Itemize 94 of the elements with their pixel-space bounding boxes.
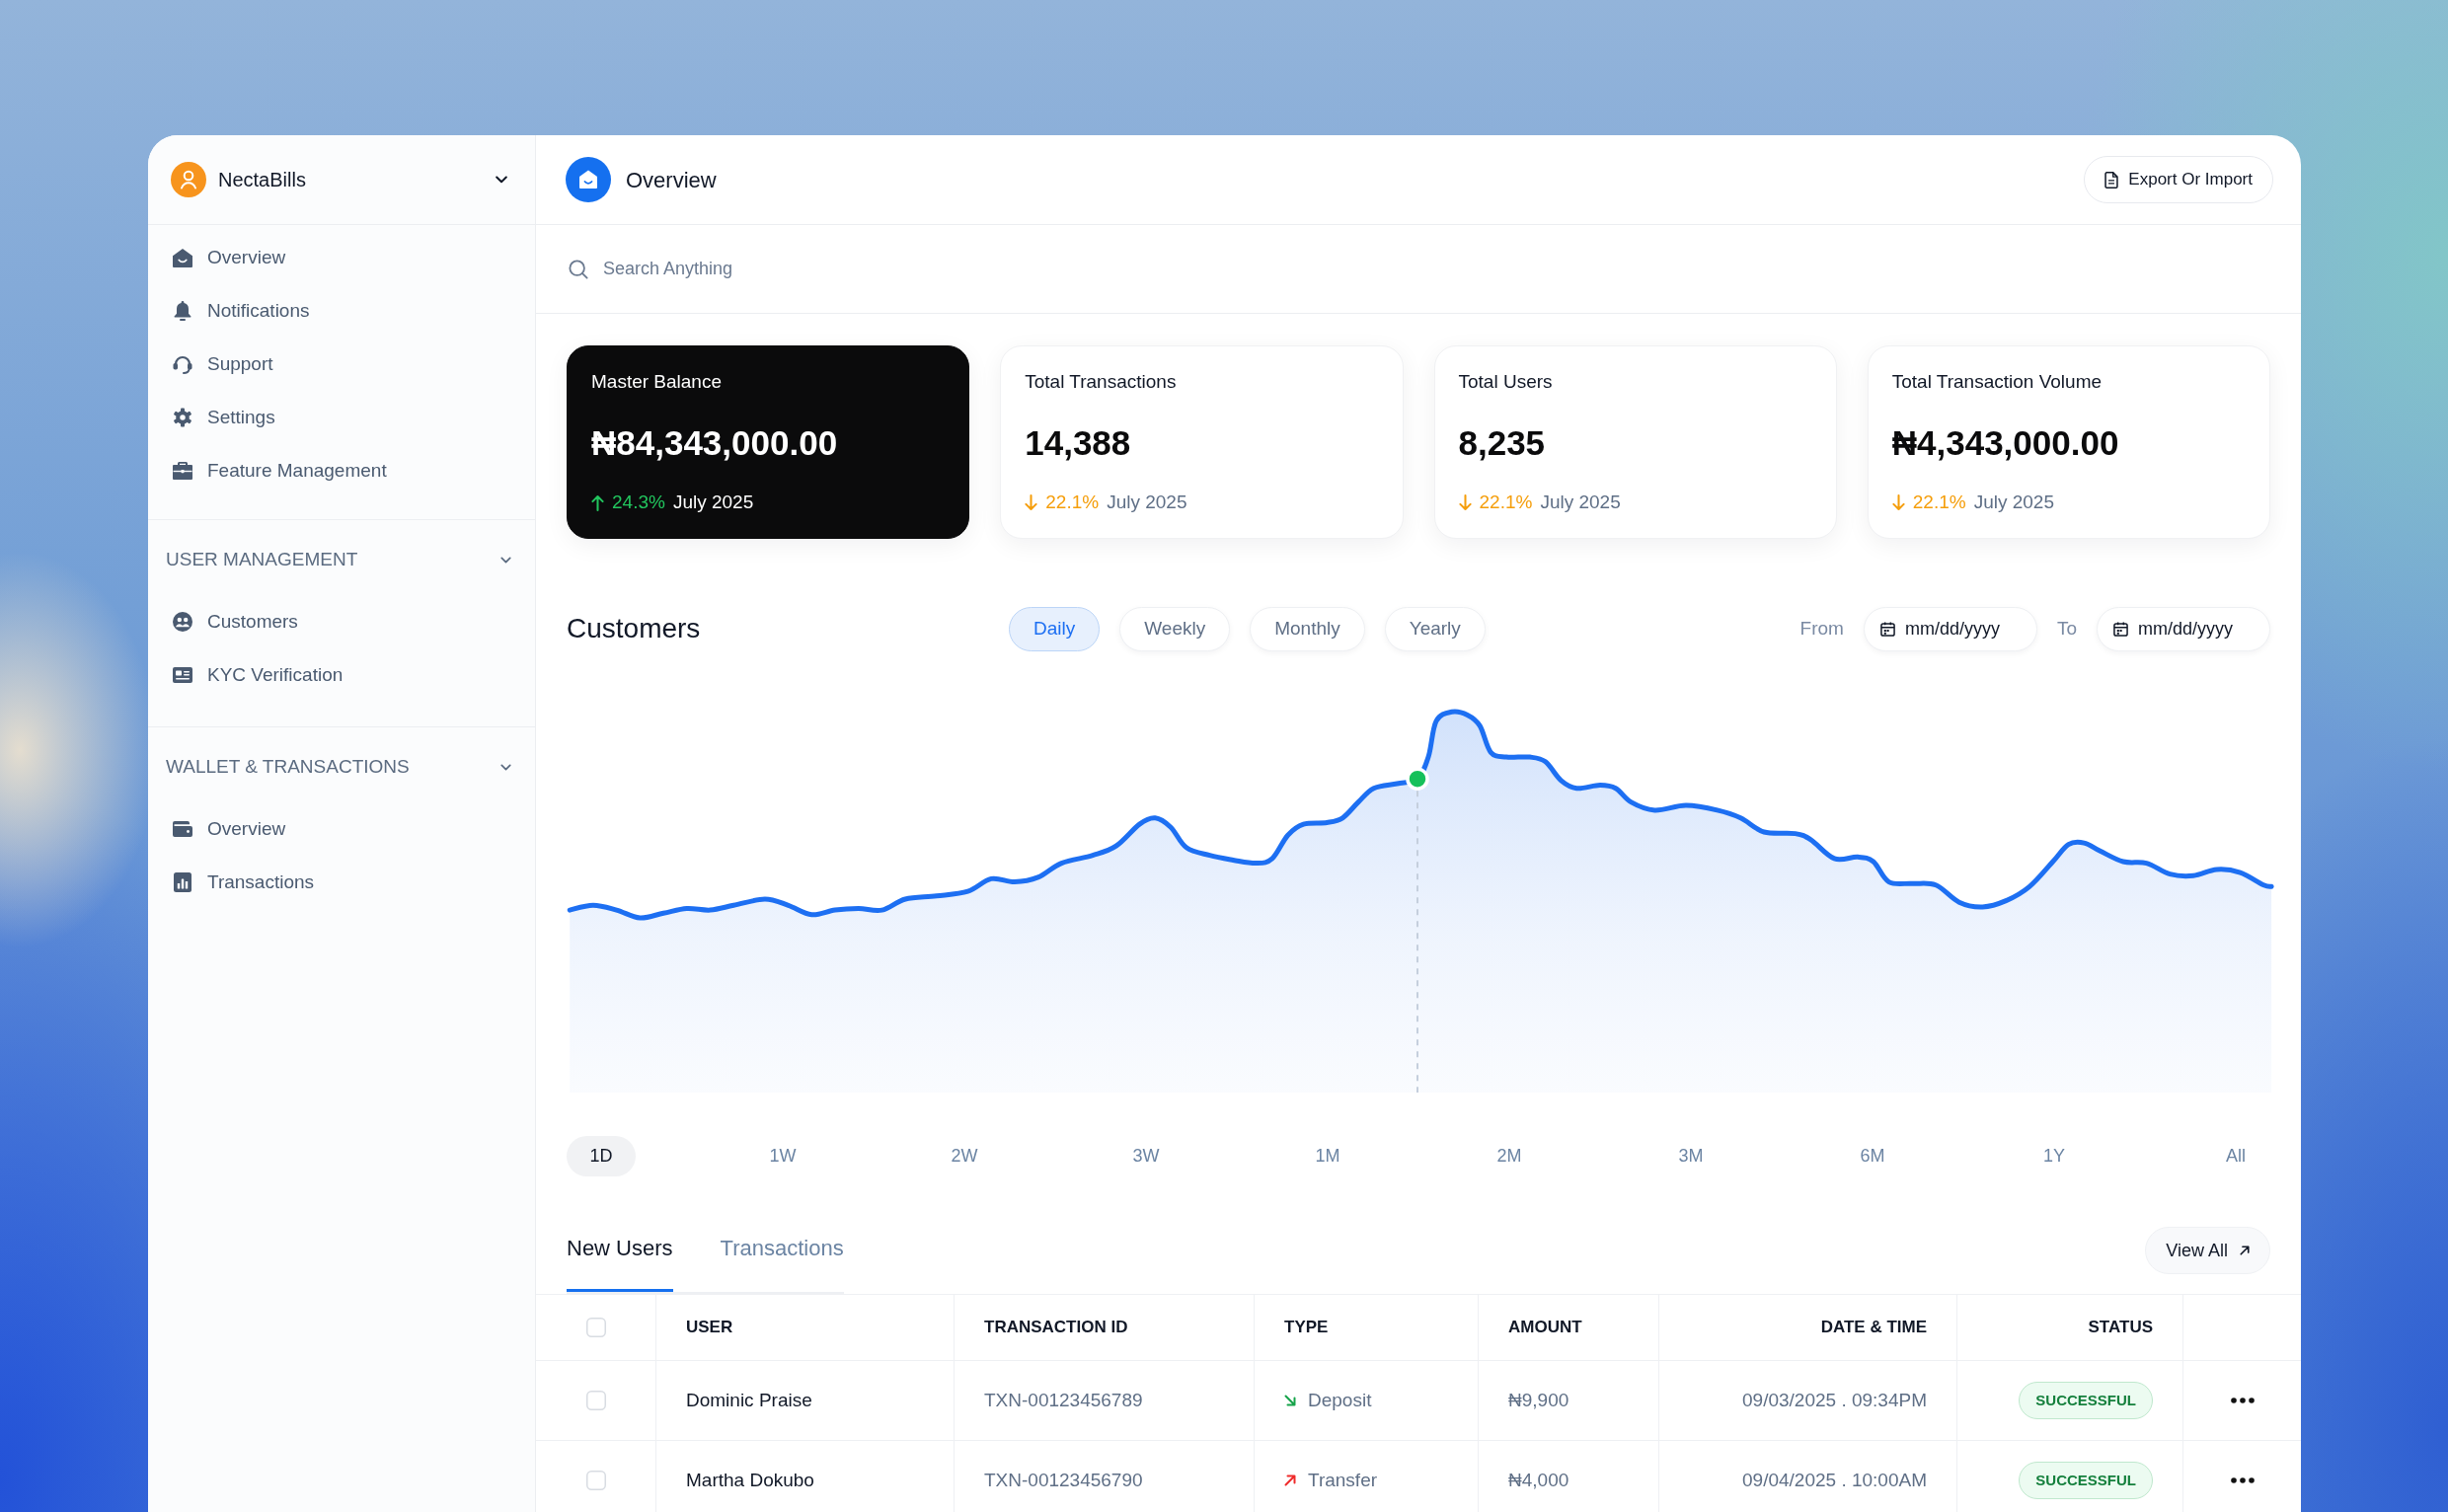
checkbox[interactable]: [585, 1391, 606, 1410]
column-header: TYPE: [1284, 1317, 1329, 1339]
table-cell-text: 09/03/2025 . 09:34PM: [1742, 1388, 1927, 1412]
transaction-type: Transfer: [1308, 1468, 1378, 1492]
stat-title: Master Balance: [591, 370, 722, 394]
stat-value: ₦4,343,000.00: [1891, 422, 2119, 464]
users-icon: [173, 612, 192, 632]
page-title: Overview: [626, 166, 717, 194]
section-title: Customers: [567, 612, 702, 645]
column-header: USER: [686, 1317, 733, 1339]
user-avatar-icon: [171, 162, 206, 197]
nav-item[interactable]: Overview: [148, 231, 535, 284]
document-icon: [2104, 171, 2119, 189]
stat-period: July 2025: [1107, 491, 1187, 514]
view-all-button[interactable]: View All: [2145, 1227, 2270, 1274]
column-header: DATE & TIME: [1820, 1317, 1927, 1339]
range-tab[interactable]: 3W: [1111, 1136, 1181, 1176]
table-cell-text: TXN-00123456790: [984, 1468, 1143, 1492]
range-tab[interactable]: 1W: [748, 1136, 817, 1176]
nav-item[interactable]: Feature Management: [148, 444, 535, 497]
stat-period: July 2025: [1540, 491, 1621, 514]
more-options-icon[interactable]: [2230, 1477, 2255, 1483]
period-tab[interactable]: Monthly: [1250, 606, 1365, 651]
range-tab[interactable]: 2M: [1475, 1136, 1544, 1176]
table-cell-text: ₦4,000: [1508, 1468, 1569, 1492]
period-tab[interactable]: Weekly: [1119, 606, 1231, 651]
column-header: TRANSACTION ID: [984, 1317, 1128, 1339]
nav-item[interactable]: Transactions: [148, 856, 535, 909]
bell-icon: [174, 301, 191, 321]
nav-item[interactable]: Customers: [148, 595, 535, 648]
stat-title: Total Transaction Volume: [1891, 370, 2103, 394]
workspace-switcher[interactable]: NectaBills: [148, 135, 535, 225]
stat-period: July 2025: [1973, 491, 2054, 514]
date-field[interactable]: mm/dd/yyyy: [1863, 606, 2037, 651]
date-field[interactable]: mm/dd/yyyy: [2097, 606, 2270, 651]
column-header: STATUS: [2088, 1317, 2153, 1339]
range-tab[interactable]: 2W: [930, 1136, 999, 1176]
range-tab[interactable]: 3M: [1656, 1136, 1725, 1176]
checkbox[interactable]: [585, 1318, 606, 1337]
status-badge: SUCCESSFUL: [2019, 1462, 2153, 1499]
briefcase-icon: [173, 462, 192, 480]
section-header[interactable]: WALLET & TRANSACTIONS: [148, 727, 535, 802]
point-marker-icon: [1406, 767, 1429, 791]
nav-item[interactable]: KYC Verification: [148, 648, 535, 702]
range-tab[interactable]: 1Y: [2020, 1136, 2089, 1176]
more-options-icon[interactable]: [2230, 1398, 2255, 1403]
table-cell-text: Martha Dokubo: [686, 1468, 814, 1492]
stat-value: ₦84,343,000.00: [591, 422, 838, 464]
transaction-type: Deposit: [1308, 1388, 1372, 1412]
search-field[interactable]: Search Anything: [603, 249, 1294, 289]
table-cell-text: Dominic Praise: [686, 1388, 812, 1412]
bar-chart-icon: [174, 872, 191, 892]
stat-title: Total Transactions: [1025, 370, 1177, 394]
stat-period: July 2025: [672, 491, 754, 514]
calendar-icon: [2113, 621, 2128, 637]
change-percent: 22.1%: [1912, 491, 1966, 514]
stat-value: 14,388: [1025, 422, 1131, 464]
range-tab[interactable]: 1D: [567, 1136, 636, 1176]
home-icon: [173, 248, 192, 267]
status-badge: SUCCESSFUL: [2019, 1382, 2153, 1419]
home-icon: [566, 157, 611, 202]
calendar-icon: [1879, 621, 1895, 637]
change-percent: 24.3%: [612, 491, 665, 514]
nav-item[interactable]: Settings: [148, 391, 535, 444]
headset-icon: [173, 354, 192, 374]
period-tab[interactable]: Daily: [1009, 606, 1101, 651]
table-cell-text: 09/04/2025 . 10:00AM: [1742, 1468, 1927, 1492]
stat-value: 8,235: [1458, 422, 1546, 464]
search-icon: [569, 259, 588, 279]
field-label: From: [1799, 616, 1844, 641]
field-label: To: [2056, 616, 2077, 641]
change-percent: 22.1%: [1045, 491, 1100, 514]
range-tab[interactable]: 6M: [1838, 1136, 1907, 1176]
table-cell-text: TXN-00123456789: [984, 1388, 1143, 1412]
tab[interactable]: New Users: [567, 1207, 673, 1292]
arrow-up-right-icon: [2240, 1246, 2250, 1255]
section-header[interactable]: USER MANAGEMENT: [148, 520, 535, 595]
period-tab[interactable]: Yearly: [1384, 606, 1486, 651]
column-header: AMOUNT: [1508, 1317, 1582, 1339]
chevron-down-icon: [496, 176, 507, 184]
checkbox[interactable]: [585, 1471, 606, 1490]
gear-icon: [173, 408, 192, 427]
nav-item[interactable]: Overview: [148, 802, 535, 856]
range-tab[interactable]: All: [2201, 1136, 2270, 1176]
wallet-icon: [173, 821, 192, 837]
nav-item[interactable]: Notifications: [148, 284, 535, 338]
change-percent: 22.1%: [1479, 491, 1533, 514]
range-tab[interactable]: 1M: [1293, 1136, 1362, 1176]
nav-item[interactable]: Support: [148, 338, 535, 391]
export-button[interactable]: Export Or Import: [2084, 156, 2273, 203]
stat-title: Total Users: [1458, 370, 1553, 394]
id-card-icon: [173, 667, 192, 683]
table-cell-text: ₦9,900: [1508, 1388, 1569, 1412]
tab[interactable]: Transactions: [720, 1207, 844, 1292]
